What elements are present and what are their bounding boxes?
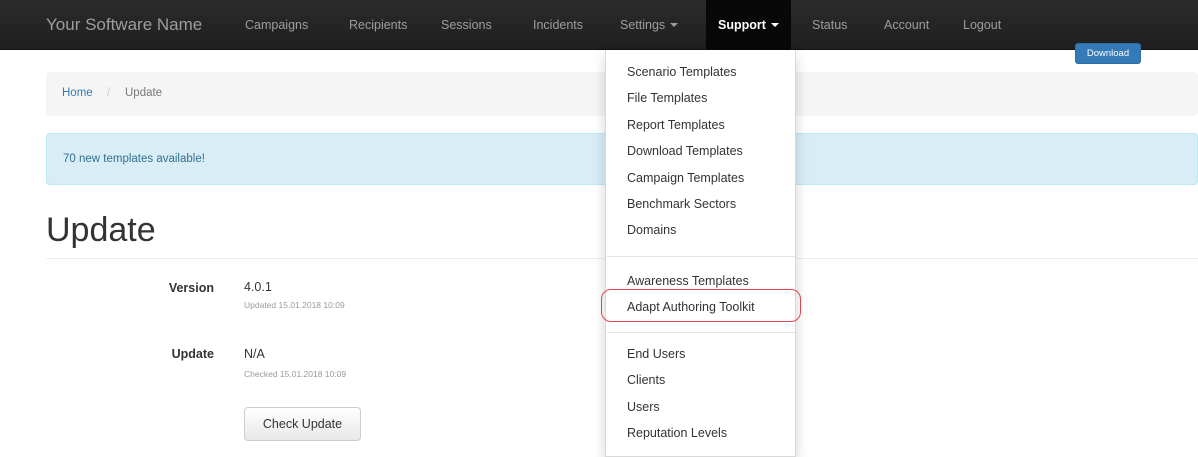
menu-item-users[interactable]: Users	[627, 400, 660, 414]
menu-item-domains[interactable]: Domains	[627, 223, 676, 237]
breadcrumb-separator: /	[107, 87, 111, 99]
version-updated-text: Updated 15.01.2018 10:09	[244, 300, 345, 310]
nav-settings-label: Settings	[620, 18, 666, 32]
nav-campaigns[interactable]: Campaigns	[245, 18, 308, 32]
breadcrumb-home-link[interactable]: Home	[62, 87, 93, 99]
check-update-button[interactable]: Check Update	[244, 407, 361, 441]
highlight-outline	[601, 289, 801, 322]
update-label: Update	[171, 347, 214, 361]
nav-logout[interactable]: Logout	[963, 18, 1001, 32]
version-value: 4.0.1	[244, 280, 272, 294]
nav-status[interactable]: Status	[812, 18, 847, 32]
version-label: Version	[168, 281, 214, 295]
nav-support-label: Support	[718, 18, 766, 32]
menu-item-benchmark-sectors[interactable]: Benchmark Sectors	[627, 197, 736, 211]
support-dropdown-menu: Scenario Templates File Templates Report…	[605, 50, 796, 457]
nav-settings[interactable]: Settings	[620, 18, 679, 32]
nav-account[interactable]: Account	[884, 18, 929, 32]
menu-divider	[607, 256, 795, 257]
menu-item-file-templates[interactable]: File Templates	[627, 91, 707, 105]
breadcrumb-current: Update	[125, 87, 163, 99]
menu-item-report-templates[interactable]: Report Templates	[627, 118, 725, 132]
nav-support[interactable]: Support	[706, 0, 791, 50]
top-navbar: Your Software Name Campaigns Recipients …	[0, 0, 1198, 50]
caret-down-icon	[770, 23, 779, 27]
caret-down-icon	[670, 23, 679, 27]
page-title: Update	[46, 211, 156, 249]
update-value: N/A	[244, 347, 265, 361]
menu-item-reputation-levels[interactable]: Reputation Levels	[627, 426, 727, 440]
menu-item-awareness-templates[interactable]: Awareness Templates	[627, 274, 749, 288]
download-button[interactable]: Download	[1075, 43, 1141, 64]
alert-text: 70 new templates available!	[63, 153, 205, 165]
menu-item-clients[interactable]: Clients	[627, 373, 665, 387]
menu-item-end-users[interactable]: End Users	[627, 347, 685, 361]
menu-divider	[607, 332, 795, 333]
nav-recipients[interactable]: Recipients	[349, 18, 407, 32]
menu-item-download-templates[interactable]: Download Templates	[627, 144, 743, 158]
nav-incidents[interactable]: Incidents	[533, 18, 583, 32]
nav-sessions[interactable]: Sessions	[441, 18, 492, 32]
update-checked-text: Checked 15.01.2018 10:09	[244, 369, 347, 379]
menu-item-campaign-templates[interactable]: Campaign Templates	[627, 171, 744, 185]
brand-name[interactable]: Your Software Name	[46, 15, 202, 35]
menu-item-scenario-templates[interactable]: Scenario Templates	[627, 65, 737, 79]
